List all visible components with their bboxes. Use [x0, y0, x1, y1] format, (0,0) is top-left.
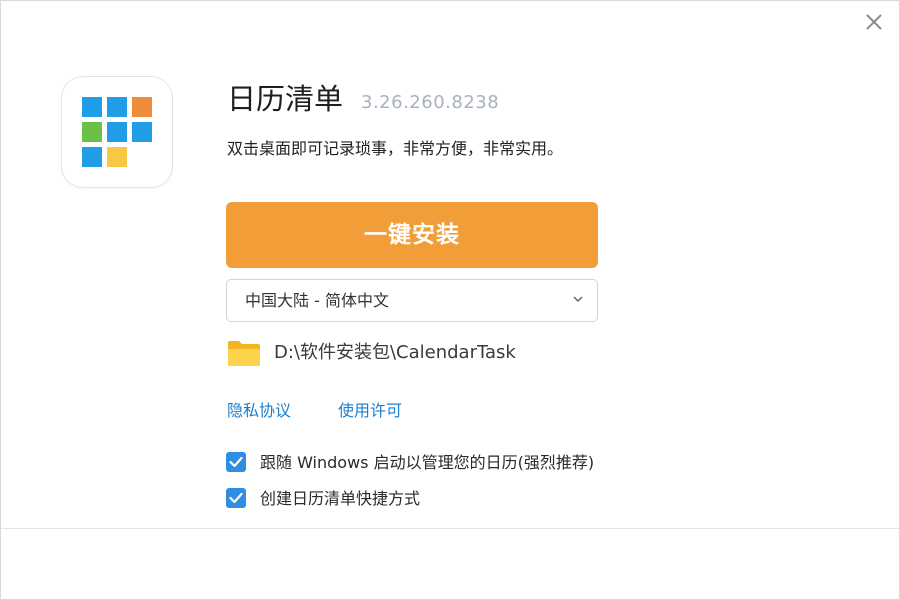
close-icon[interactable] — [861, 9, 887, 35]
checkmark-icon — [229, 492, 243, 504]
install-path-text: D:\软件安装包\CalendarTask — [274, 342, 516, 363]
logo-cell — [82, 122, 102, 142]
chevron-down-icon — [573, 296, 583, 303]
language-select[interactable]: 中国大陆 - 简体中文 — [226, 279, 598, 322]
folder-icon — [228, 341, 260, 366]
shortcut-label: 创建日历清单快捷方式 — [260, 489, 421, 508]
app-logo-icon — [61, 76, 173, 188]
footer-divider — [1, 528, 899, 529]
app-title: 日历清单 — [227, 82, 344, 116]
logo-cell — [82, 147, 102, 167]
autostart-label: 跟随 Windows 启动以管理您的日历(强烈推荐) — [260, 453, 595, 472]
logo-cell — [107, 97, 127, 117]
installer-window: 日历清单 3.26.260.8238 双击桌面即可记录琐事，非常方便，非常实用。… — [0, 0, 900, 600]
one-click-install-button[interactable]: 一键安装 — [226, 202, 598, 268]
logo-cell — [132, 97, 152, 117]
language-select-value: 中国大陆 - 简体中文 — [245, 291, 389, 310]
logo-cell — [82, 97, 102, 117]
autostart-checkbox[interactable] — [226, 452, 246, 472]
app-description: 双击桌面即可记录琐事，非常方便，非常实用。 — [227, 139, 564, 158]
license-agreement-link[interactable]: 使用许可 — [338, 400, 402, 422]
logo-cell — [132, 122, 152, 142]
privacy-policy-link[interactable]: 隐私协议 — [227, 400, 291, 422]
shortcut-checkbox[interactable] — [226, 488, 246, 508]
logo-cell — [107, 147, 127, 167]
app-version: 3.26.260.8238 — [361, 92, 500, 113]
logo-cell — [107, 122, 127, 142]
checkmark-icon — [229, 456, 243, 468]
